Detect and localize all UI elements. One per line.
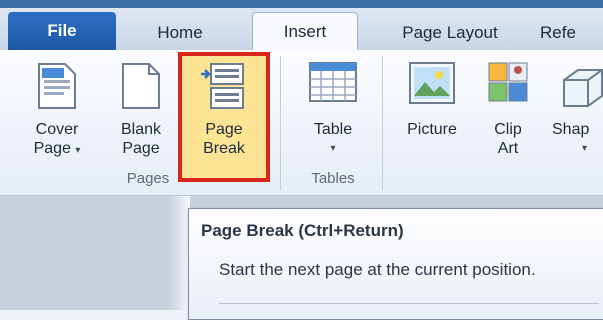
tab-home[interactable]: Home [130,16,230,50]
page-break-tooltip: Page Break (Ctrl+Return) Start the next … [188,208,603,320]
group-separator [280,56,281,190]
blank-page-label-line1: Blank [120,121,162,138]
table-button[interactable]: Table ▾ [290,56,376,171]
cover-page-label-line2: Page [33,140,71,157]
blank-page-label-line2: Page [122,140,160,157]
tab-insert[interactable]: Insert [252,12,358,52]
page-edge-shadow [168,196,190,310]
blank-page-button[interactable]: Blank Page [108,56,174,171]
clip-art-label-line1: Clip [494,121,522,138]
tooltip-description: Start the next page at the current posit… [219,260,536,279]
picture-icon [409,62,455,109]
table-icon [309,62,357,107]
tooltip-divider [219,303,599,304]
window-top-strip [0,0,603,8]
page-break-button[interactable]: Page Break [182,56,266,171]
dropdown-arrow-icon: ▾ [582,143,588,154]
group-label-tables: Tables [311,170,355,187]
tab-file[interactable]: File [8,12,116,50]
tooltip-title: Page Break (Ctrl+Return) [201,221,404,240]
shapes-icon [558,66,603,113]
page-break-icon [201,62,247,115]
page-break-label-line1: Page [205,121,243,138]
table-label: Table [313,121,353,138]
shapes-button[interactable]: Shap ▾ [548,56,603,171]
dropdown-arrow-icon: ▾ [75,145,81,156]
clip-art-label-line2: Art [497,140,519,157]
picture-label: Picture [407,121,457,138]
clip-art-icon [488,62,528,109]
group-separator [382,56,383,190]
cover-page-label-line1: Cover [35,121,79,138]
dropdown-arrow-icon: ▾ [330,143,336,154]
shapes-label: Shap [552,121,590,138]
group-label-pages: Pages [126,170,170,187]
ribbon-tab-bar: File Home Insert Page Layout Refe [0,8,603,52]
picture-button[interactable]: Picture [390,56,474,171]
tab-page-layout[interactable]: Page Layout [380,16,520,50]
cover-page-icon [37,62,77,115]
clip-art-button[interactable]: Clip Art [480,56,536,171]
insert-ribbon: Cover Page ▾ Blank Page Page Break Pages… [0,50,603,196]
blank-page-icon [121,62,161,115]
page-break-label-line2: Break [203,140,245,157]
tab-references[interactable]: Refe [540,16,603,50]
cover-page-button[interactable]: Cover Page ▾ [22,56,92,171]
